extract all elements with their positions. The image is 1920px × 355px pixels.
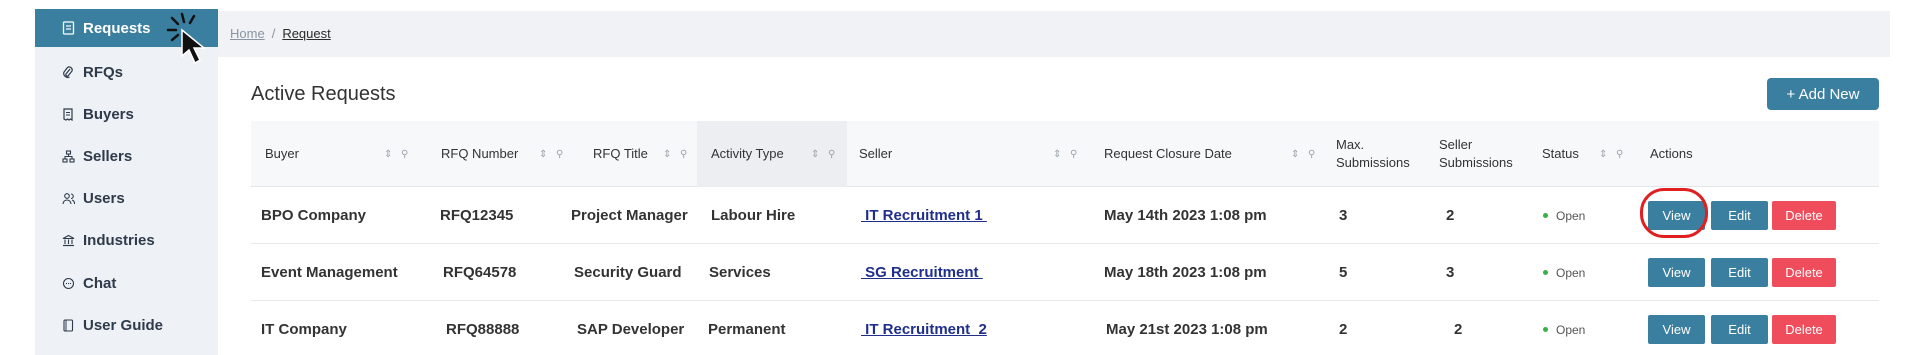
user-group-icon: [61, 191, 75, 205]
sidebar-item-industries[interactable]: Industries: [35, 221, 218, 259]
sidebar-item-chat[interactable]: Chat: [35, 264, 218, 302]
paperclip-icon: [61, 65, 75, 79]
search-icon[interactable]: ⚲: [1070, 149, 1077, 160]
edit-button[interactable]: Edit: [1711, 258, 1768, 287]
column-header-seller-submissions[interactable]: Seller Submissions: [1439, 121, 1542, 187]
sidebar-item-label: Users: [83, 189, 125, 207]
sidebar-item-label: User Guide: [83, 316, 164, 334]
cell-buyer: IT Company: [261, 321, 347, 338]
cell-max-submissions: 3: [1339, 207, 1348, 224]
cell-seller: IT Recruitment 2: [861, 301, 987, 355]
add-new-button[interactable]: + Add New: [1767, 78, 1879, 110]
delete-button[interactable]: Delete: [1772, 258, 1836, 287]
cell-buyer: Event Management: [261, 264, 398, 281]
sort-icon[interactable]: ⇕: [1599, 149, 1607, 160]
column-header-rfq-title[interactable]: RFQ Title ⇕ ⚲: [579, 121, 697, 187]
cell-rfq-number: RFQ64578: [443, 264, 517, 281]
breadcrumb-bar: [218, 11, 1890, 57]
bank-icon: [61, 233, 75, 247]
sidebar-item-label: Sellers: [83, 147, 133, 165]
sidebar-item-sellers[interactable]: Sellers: [35, 137, 218, 175]
cell-activity-type: Services: [709, 264, 771, 281]
column-header-status[interactable]: Status ⇕ ⚲: [1542, 121, 1650, 187]
column-header-activity-type[interactable]: Activity Type ⇕ ⚲: [697, 121, 847, 187]
breadcrumb-home-link[interactable]: Home: [230, 26, 265, 41]
sidebar-item-label: Buyers: [83, 105, 134, 123]
sort-icon[interactable]: ⇕: [811, 149, 819, 160]
cell-seller-submissions: 2: [1446, 207, 1455, 224]
breadcrumb-current[interactable]: Request: [282, 26, 330, 41]
cell-seller-submissions: 3: [1446, 264, 1455, 281]
sidebar-item-users[interactable]: Users: [35, 179, 218, 217]
sidebar-item-label: Requests: [83, 19, 151, 37]
delete-button[interactable]: Delete: [1772, 315, 1836, 344]
seller-link[interactable]: SG Recruitment: [861, 264, 983, 281]
sidebar-item-label: RFQs: [83, 63, 124, 81]
receipt-icon: [61, 107, 75, 121]
column-header-actions: Actions: [1650, 146, 1693, 161]
sidebar-item-label: Industries: [83, 231, 155, 249]
search-icon[interactable]: ⚲: [828, 149, 835, 160]
column-header-rfq-number[interactable]: RFQ Number ⇕ ⚲: [429, 121, 579, 187]
status-badge: Open: [1543, 301, 1585, 355]
sort-icon[interactable]: ⇕: [663, 149, 671, 160]
breadcrumb: Home / Request: [230, 26, 331, 41]
sidebar-item-buyers[interactable]: Buyers: [35, 95, 218, 133]
edit-button[interactable]: Edit: [1711, 315, 1768, 344]
sidebar-item-user-guide[interactable]: User Guide: [35, 306, 218, 344]
column-header-max-submissions[interactable]: Max. Submissions: [1336, 121, 1439, 187]
book-icon: [61, 318, 75, 332]
search-icon[interactable]: ⚲: [401, 149, 408, 160]
search-icon[interactable]: ⚲: [556, 149, 563, 160]
highlight-circle: [1640, 188, 1708, 238]
cell-seller: SG Recruitment: [861, 244, 983, 301]
sort-icon[interactable]: ⇕: [1053, 149, 1061, 160]
search-icon[interactable]: ⚲: [1308, 149, 1315, 160]
sort-icon[interactable]: ⇕: [539, 149, 547, 160]
sort-icon[interactable]: ⇕: [1291, 149, 1299, 160]
table-row: IT Company RFQ88888 SAP Developer Perman…: [251, 301, 1879, 355]
cell-rfq-number: RFQ12345: [440, 207, 514, 224]
status-dot-icon: [1543, 213, 1548, 218]
cell-closure-date: May 18th 2023 1:08 pm: [1104, 264, 1267, 281]
org-chart-icon: [61, 149, 75, 163]
cell-rfq-title: Security Guard: [574, 264, 682, 281]
cell-seller-submissions: 2: [1454, 321, 1463, 338]
cell-rfq-title: Project Manager: [571, 207, 688, 224]
search-icon[interactable]: ⚲: [680, 149, 687, 160]
edit-button[interactable]: Edit: [1711, 201, 1768, 230]
view-button[interactable]: View: [1648, 258, 1705, 287]
cell-closure-date: May 14th 2023 1:08 pm: [1104, 207, 1267, 224]
delete-button[interactable]: Delete: [1772, 201, 1836, 230]
status-badge: Open: [1543, 187, 1585, 244]
column-header-closure-date[interactable]: Request Closure Date ⇕ ⚲: [1092, 121, 1336, 187]
cell-seller: IT Recruitment 1: [861, 187, 987, 244]
sidebar-item-label: Chat: [83, 274, 117, 292]
sort-icon[interactable]: ⇕: [384, 149, 392, 160]
seller-link[interactable]: IT Recruitment 2: [861, 321, 987, 338]
breadcrumb-separator: /: [271, 26, 276, 41]
column-header-buyer[interactable]: Buyer ⇕ ⚲: [251, 121, 429, 187]
cell-rfq-number: RFQ88888: [446, 321, 520, 338]
column-header-seller[interactable]: Seller ⇕ ⚲: [847, 121, 1092, 187]
table-row: BPO Company RFQ12345 Project Manager Lab…: [251, 187, 1879, 244]
chat-bubble-icon: [61, 276, 75, 290]
cell-activity-type: Labour Hire: [711, 207, 796, 224]
search-icon[interactable]: ⚲: [1616, 149, 1623, 160]
cell-activity-type: Permanent: [708, 321, 786, 338]
document-icon: [61, 21, 75, 35]
table-header: Buyer ⇕ ⚲ RFQ Number ⇕ ⚲ RFQ Title ⇕ ⚲ A…: [251, 121, 1879, 187]
seller-link[interactable]: IT Recruitment 1: [861, 207, 987, 224]
cell-closure-date: May 21st 2023 1:08 pm: [1106, 321, 1268, 338]
cell-max-submissions: 5: [1339, 264, 1348, 281]
status-badge: Open: [1543, 244, 1585, 301]
cell-max-submissions: 2: [1339, 321, 1348, 338]
status-dot-icon: [1543, 270, 1548, 275]
page-title: Active Requests: [251, 83, 396, 105]
view-button[interactable]: View: [1648, 315, 1705, 344]
cell-rfq-title: SAP Developer: [577, 321, 685, 338]
status-dot-icon: [1543, 327, 1548, 332]
table-row: Event Management RFQ64578 Security Guard…: [251, 244, 1879, 301]
cell-buyer: BPO Company: [261, 207, 367, 224]
